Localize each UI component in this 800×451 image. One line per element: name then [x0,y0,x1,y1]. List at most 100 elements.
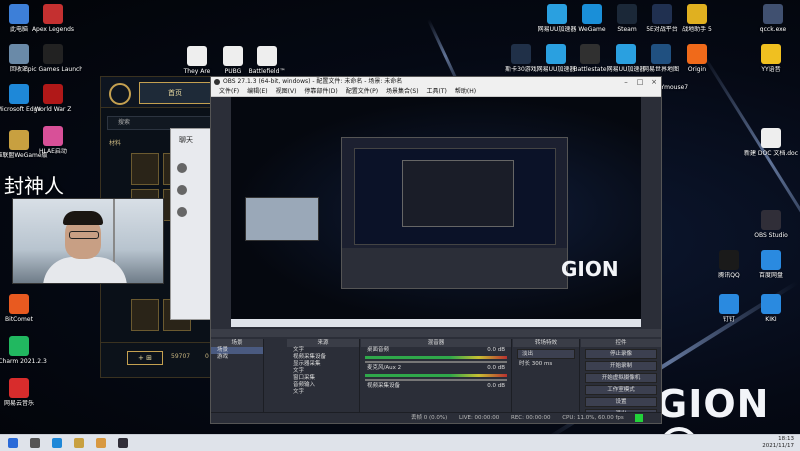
desktop-icon[interactable]: World War Z [24,84,82,113]
client-header: 首页 [101,77,221,108]
scene-item[interactable]: 游戏 [211,354,263,361]
menu-item[interactable]: 工具(T) [427,88,447,95]
controls-dock: 控件 停止录像 开始录制 开始虚拟摄像机 工作室模式 设置 退出 [581,339,661,423]
volume-slider[interactable] [365,379,507,381]
desktop-icon[interactable]: OBS Studio [742,210,800,239]
source-item[interactable]: 视频采集设备 [287,354,359,361]
transition-select[interactable]: 淡出 [517,349,575,359]
source-item[interactable]: 显示器采集 [287,361,359,368]
desktop-icon[interactable]: YY语音 [742,44,800,73]
obs-icon [214,79,220,85]
desktop-icon-label: Battlefield™ [248,68,286,75]
volume-meter [365,356,507,359]
desktop-icon[interactable]: Epic Games Launcher [24,44,82,73]
source-item[interactable]: 窗口采集 [287,375,359,382]
obs-preview[interactable]: GION [231,97,641,327]
desktop-icon[interactable]: qcck.exe [744,4,800,33]
desktop-icon[interactable]: HLAE启动 [24,126,82,155]
doc-icon [761,128,781,148]
mixer-title: 混音器 [361,339,511,347]
desktop-icon[interactable]: BitComet [0,294,48,323]
window-title: OBS 27.1.3 (64-bit, windows) - 配置文件: 未命名… [223,78,403,85]
mixer-dock: 混音器 桌面音频 0.0 dB 麦克风/Aux 2 0.0 dB 视频采集设备 … [361,339,512,423]
source-item[interactable]: 文字 [287,347,359,354]
windows-start-icon[interactable] [8,438,18,448]
menu-item[interactable]: 文件(F) [219,88,239,95]
source-item[interactable]: 文字 [287,389,359,396]
menu-item[interactable]: 场景集合(S) [386,88,419,95]
preview-toolbar [211,329,661,337]
dropped-frames: 丢帧 0 (0.0%) [411,415,448,421]
studio-mode-button[interactable]: 工作室模式 [585,385,657,395]
add-button[interactable]: + ⊞ [127,351,163,365]
menu-item[interactable]: 配置文件(P) [346,88,378,95]
obs-icon[interactable] [118,438,128,448]
desktop-icon-label: qcck.exe [759,26,787,33]
origin-icon [687,44,707,64]
desktop-icon[interactable]: Origin [668,44,726,73]
desktop-icon-label: 新建 DOC 文档.doc [743,150,799,157]
clock[interactable]: 18:13 2021/11/17 [762,436,794,450]
desktop-icon[interactable]: Battlefield™ [238,46,296,75]
desktop-icon[interactable]: 腾讯QQ [700,250,758,279]
desktop-icon-label: HLAE启动 [39,148,67,155]
transitions-dock: 转场特效 淡出 时长 300 ms [513,339,580,423]
sources-title: 来源 [287,339,359,347]
source-item[interactable]: 文字 [287,368,359,375]
brand-logo-large: GION [656,382,800,434]
desktop-icon[interactable]: Apex Legends [24,4,82,33]
menu-item[interactable]: 视图(V) [276,88,297,95]
home-button[interactable]: 首页 [139,82,211,104]
volume-slider[interactable] [365,361,507,363]
desktop-icon[interactable]: PyCharm 2021.2.3 [0,336,48,365]
baidu-pan-icon [761,250,781,270]
hand-icon[interactable] [96,438,106,448]
desktop-icon[interactable]: 网易云音乐 [0,378,48,407]
coin-count: 59707 [171,353,191,360]
obs-titlebar[interactable]: OBS 27.1.3 (64-bit, windows) - 配置文件: 未命名… [211,77,661,87]
virtual-camera-button[interactable]: 开始虚拟摄像机 [585,373,657,383]
item-tile[interactable] [131,299,159,331]
obs-menubar: 文件(F) 编辑(E) 视图(V) 停靠部件(D) 配置文件(P) 场景集合(S) 工具(T… [211,87,661,97]
scenes-dock: 场景 场景 游戏 + − ∧ ∨ [211,339,264,423]
mixer-channel-name: 视频采集设备 0.0 dB [367,383,505,389]
start-recording-button[interactable]: 开始录制 [585,361,657,371]
menu-item[interactable]: 帮助(H) [455,88,476,95]
transitions-title: 转场特效 [513,339,579,347]
menu-item[interactable]: 编辑(E) [247,88,267,95]
maximize-button[interactable]: □ [633,77,647,87]
nested-obs-preview [341,137,568,289]
source-item[interactable]: 音频输入 [287,382,359,389]
desktop-icon[interactable]: KIKI [742,294,800,323]
desktop-icon-label: OBS Studio [754,232,788,239]
close-button[interactable]: × [647,77,661,87]
desktop-icon-label: 腾讯QQ [718,272,740,279]
stop-recording-button[interactable]: 停止录像 [585,349,657,359]
lol-icon[interactable] [74,438,84,448]
item-tile[interactable] [131,153,159,185]
scene-item[interactable]: 场景 [211,347,263,354]
desktop-icon[interactable]: 新建 DOC 文档.doc [742,128,800,157]
obs-window[interactable]: OBS 27.1.3 (64-bit, windows) - 配置文件: 未命名… [210,76,662,424]
volume-meter [365,374,507,377]
client-logo-icon [109,83,131,105]
bf-helper-icon [687,4,707,24]
bitcomet-icon [9,294,29,314]
desktop-icon-label: BitComet [5,316,33,323]
search-icon[interactable] [30,438,40,448]
settings-button[interactable]: 设置 [585,397,657,407]
kiki-icon [761,294,781,314]
apex-icon [43,4,63,24]
rec-time: REC: 00:00:00 [511,415,551,421]
minimize-button[interactable]: – [619,77,633,87]
transition-duration: 时长 300 ms [519,361,553,367]
exe-icon [763,4,783,24]
epic-icon [43,44,63,64]
dingtalk-icon [719,294,739,314]
desktop-icon[interactable]: 战地助手 5 [668,4,726,33]
edge-icon[interactable] [52,438,62,448]
wwz-icon [43,84,63,104]
glasses [69,231,99,239]
menu-item[interactable]: 停靠部件(D) [304,88,337,95]
stream-overlay-text: 封神人 [4,174,64,198]
